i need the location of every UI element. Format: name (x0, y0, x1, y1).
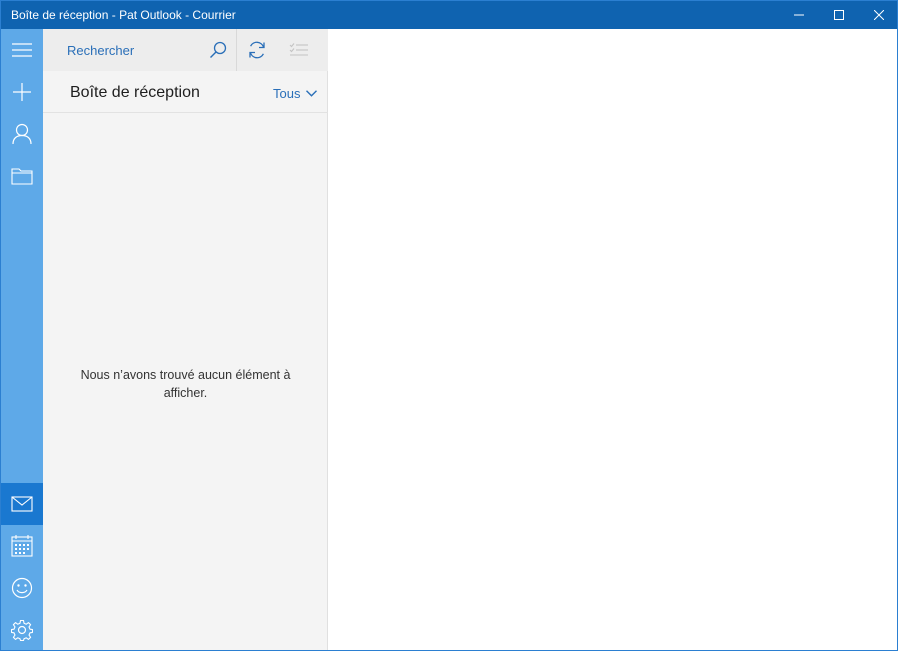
filter-label: Tous (273, 86, 301, 101)
hamburger-menu-button[interactable] (1, 29, 43, 71)
title-bar: Boîte de réception - Pat Outlook - Courr… (1, 1, 897, 29)
reading-pane (328, 29, 897, 650)
new-mail-icon (13, 83, 31, 101)
search-input[interactable]: Rechercher (67, 43, 134, 58)
sync-icon (249, 41, 265, 59)
mail-button[interactable] (1, 483, 43, 525)
empty-state-message: Nous n’avons trouvé aucun élément à affi… (80, 368, 291, 400)
navigation-rail (1, 29, 43, 650)
close-button[interactable] (859, 1, 897, 29)
message-list-pane: Rechercher Boîte de réception Tous Nous … (43, 29, 328, 650)
mail-icon (11, 496, 33, 512)
search-icon (210, 41, 227, 58)
folders-icon (11, 168, 33, 185)
hamburger-menu-icon (12, 43, 32, 57)
chevron-down-icon (306, 90, 318, 97)
selection-mode-button[interactable] (279, 29, 319, 71)
close-icon (874, 10, 884, 20)
folders-button[interactable] (1, 155, 43, 197)
settings-button[interactable] (1, 609, 43, 650)
maximize-icon (834, 10, 844, 20)
search-bar: Rechercher (43, 29, 328, 71)
filter-dropdown[interactable]: Tous (273, 86, 318, 101)
calendar-icon (11, 535, 33, 557)
folder-header: Boîte de réception Tous (43, 71, 328, 113)
new-mail-button[interactable] (1, 71, 43, 113)
folder-title: Boîte de réception (70, 84, 200, 101)
minimize-icon (794, 14, 804, 16)
search-button[interactable] (198, 29, 238, 71)
settings-gear-icon (11, 619, 33, 641)
maximize-button[interactable] (819, 1, 859, 29)
selection-mode-icon (289, 43, 308, 56)
feedback-button[interactable] (1, 567, 43, 609)
mail-app-window: Boîte de réception - Pat Outlook - Courr… (0, 0, 898, 651)
account-icon (12, 123, 32, 145)
window-title: Boîte de réception - Pat Outlook - Courr… (11, 8, 236, 22)
accounts-button[interactable] (1, 113, 43, 155)
calendar-button[interactable] (1, 525, 43, 567)
feedback-smiley-icon (11, 577, 33, 599)
minimize-button[interactable] (779, 1, 819, 29)
sync-button[interactable] (237, 29, 277, 71)
